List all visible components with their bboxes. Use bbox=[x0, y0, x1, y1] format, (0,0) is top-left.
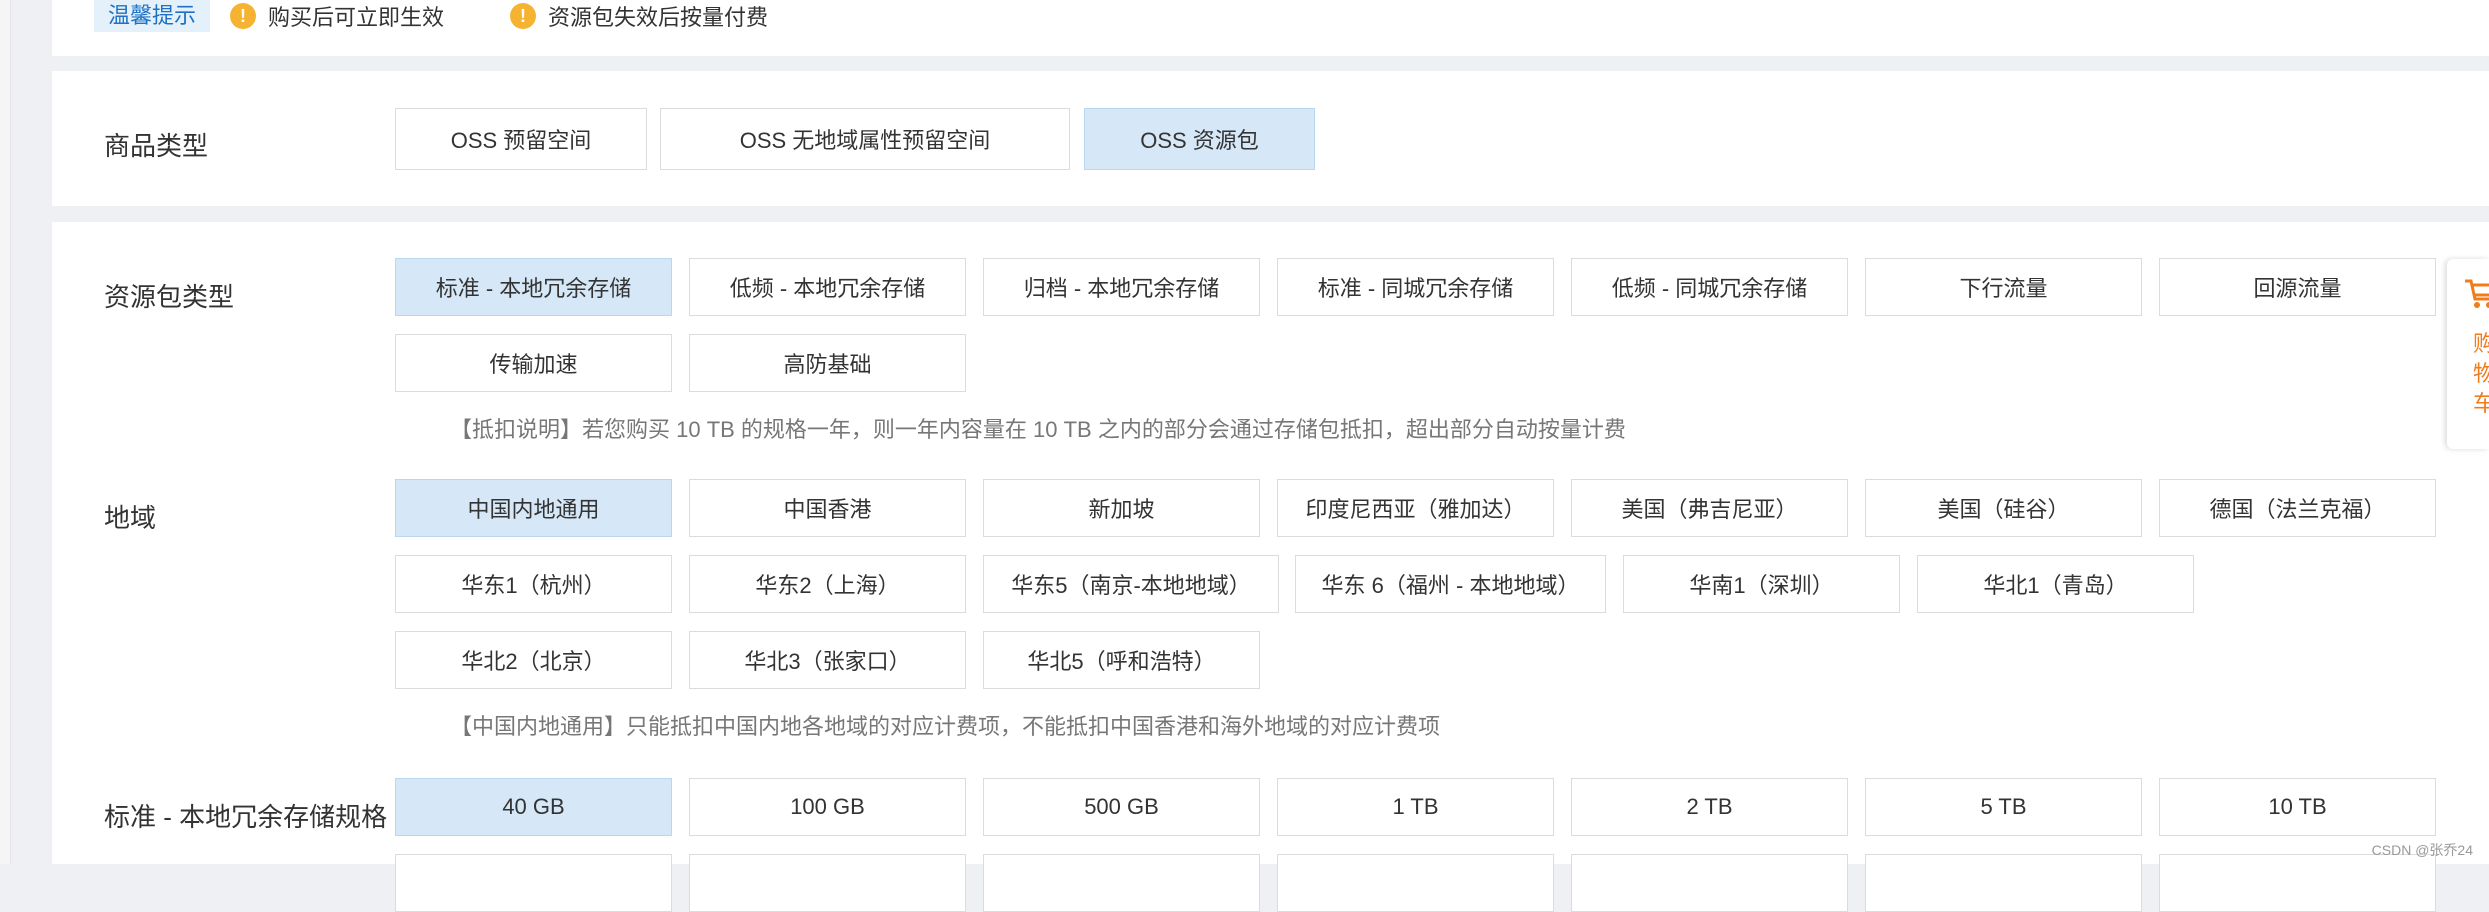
spec-option-partial[interactable] bbox=[1571, 854, 1848, 912]
package-option[interactable]: 传输加速 bbox=[395, 334, 672, 392]
notice-item: ! 资源包失效后按量付费 bbox=[510, 0, 768, 32]
region-option[interactable]: 华北2（北京） bbox=[395, 631, 672, 689]
region-option[interactable]: 美国（硅谷） bbox=[1865, 479, 2142, 537]
spec-option[interactable]: 100 GB bbox=[689, 778, 966, 836]
region-option[interactable]: 华东1（杭州） bbox=[395, 555, 672, 613]
package-type-label: 资源包类型 bbox=[104, 282, 235, 312]
notice-card: 温馨提示 ! 购买后可立即生效 ! 资源包失效后按量付费 bbox=[52, 0, 2489, 56]
package-option[interactable]: 标准 - 本地冗余存储 bbox=[395, 258, 672, 316]
package-option[interactable]: 低频 - 同城冗余存储 bbox=[1571, 258, 1848, 316]
spec-option-partial[interactable] bbox=[983, 854, 1260, 912]
product-type-label: 商品类型 bbox=[104, 131, 209, 161]
deduction-tip: 【抵扣说明】若您购买 10 TB 的规格一年，则一年内容量在 10 TB 之内的… bbox=[450, 417, 1626, 442]
region-option[interactable]: 华东5（南京-本地地域） bbox=[983, 555, 1279, 613]
cart-icon bbox=[2463, 273, 2489, 318]
left-rail bbox=[0, 0, 11, 864]
product-option-resource-package[interactable]: OSS 资源包 bbox=[1084, 108, 1315, 170]
spec-option-partial[interactable] bbox=[395, 854, 672, 912]
notice-text: 资源包失效后按量付费 bbox=[548, 5, 769, 30]
region-option[interactable]: 新加坡 bbox=[983, 479, 1260, 537]
watermark: CSDN @张乔24 bbox=[2371, 842, 2473, 858]
spec-label: 标准 - 本地冗余存储规格 bbox=[104, 802, 388, 832]
spec-option[interactable]: 1 TB bbox=[1277, 778, 1554, 836]
config-card: 资源包类型 标准 - 本地冗余存储 低频 - 本地冗余存储 归档 - 本地冗余存… bbox=[52, 222, 2489, 912]
package-option[interactable]: 归档 - 本地冗余存储 bbox=[983, 258, 1260, 316]
region-option[interactable]: 华北1（青岛） bbox=[1917, 555, 2194, 613]
notice-item: ! 购买后可立即生效 bbox=[230, 0, 444, 32]
product-type-card: 商品类型 OSS 预留空间 OSS 无地域属性预留空间 OSS 资源包 bbox=[52, 71, 2489, 206]
region-label: 地域 bbox=[104, 503, 157, 533]
spec-option-partial[interactable] bbox=[1277, 854, 1554, 912]
spec-option[interactable]: 500 GB bbox=[983, 778, 1260, 836]
spec-option-partial[interactable] bbox=[2159, 854, 2436, 912]
package-option[interactable]: 标准 - 同城冗余存储 bbox=[1277, 258, 1554, 316]
region-option[interactable]: 华东 6（福州 - 本地地域） bbox=[1295, 555, 1606, 613]
region-option[interactable]: 美国（弗吉尼亚） bbox=[1571, 479, 1848, 537]
region-option[interactable]: 德国（法兰克福） bbox=[2159, 479, 2436, 537]
package-option[interactable]: 低频 - 本地冗余存储 bbox=[689, 258, 966, 316]
region-option[interactable]: 华南1（深圳） bbox=[1623, 555, 1900, 613]
region-option[interactable]: 华东2（上海） bbox=[689, 555, 966, 613]
region-option[interactable]: 印度尼西亚（雅加达） bbox=[1277, 479, 1554, 537]
spec-option[interactable]: 40 GB bbox=[395, 778, 672, 836]
region-option[interactable]: 中国香港 bbox=[689, 479, 966, 537]
package-option[interactable]: 回源流量 bbox=[2159, 258, 2436, 316]
floating-cart-button[interactable]: 购物车 bbox=[2447, 259, 2489, 449]
spec-option[interactable]: 10 TB bbox=[2159, 778, 2436, 836]
package-option[interactable]: 高防基础 bbox=[689, 334, 966, 392]
spec-option-partial[interactable] bbox=[689, 854, 966, 912]
product-option-regionless-reserved[interactable]: OSS 无地域属性预留空间 bbox=[660, 108, 1070, 170]
notice-text: 购买后可立即生效 bbox=[268, 5, 445, 30]
region-option[interactable]: 中国内地通用 bbox=[395, 479, 672, 537]
spec-option[interactable]: 2 TB bbox=[1571, 778, 1848, 836]
region-tip: 【中国内地通用】只能抵扣中国内地各地域的对应计费项，不能抵扣中国香港和海外地域的… bbox=[450, 714, 1441, 739]
warning-icon: ! bbox=[510, 3, 536, 29]
package-option[interactable]: 下行流量 bbox=[1865, 258, 2142, 316]
spec-option-partial[interactable] bbox=[1865, 854, 2142, 912]
product-option-reserved-space[interactable]: OSS 预留空间 bbox=[395, 108, 647, 170]
notice-tag: 温馨提示 bbox=[94, 0, 211, 32]
region-option[interactable]: 华北3（张家口） bbox=[689, 631, 966, 689]
cart-label: 购物车 bbox=[2473, 331, 2489, 416]
spec-option[interactable]: 5 TB bbox=[1865, 778, 2142, 836]
region-option[interactable]: 华北5（呼和浩特） bbox=[983, 631, 1260, 689]
warning-icon: ! bbox=[230, 3, 256, 29]
